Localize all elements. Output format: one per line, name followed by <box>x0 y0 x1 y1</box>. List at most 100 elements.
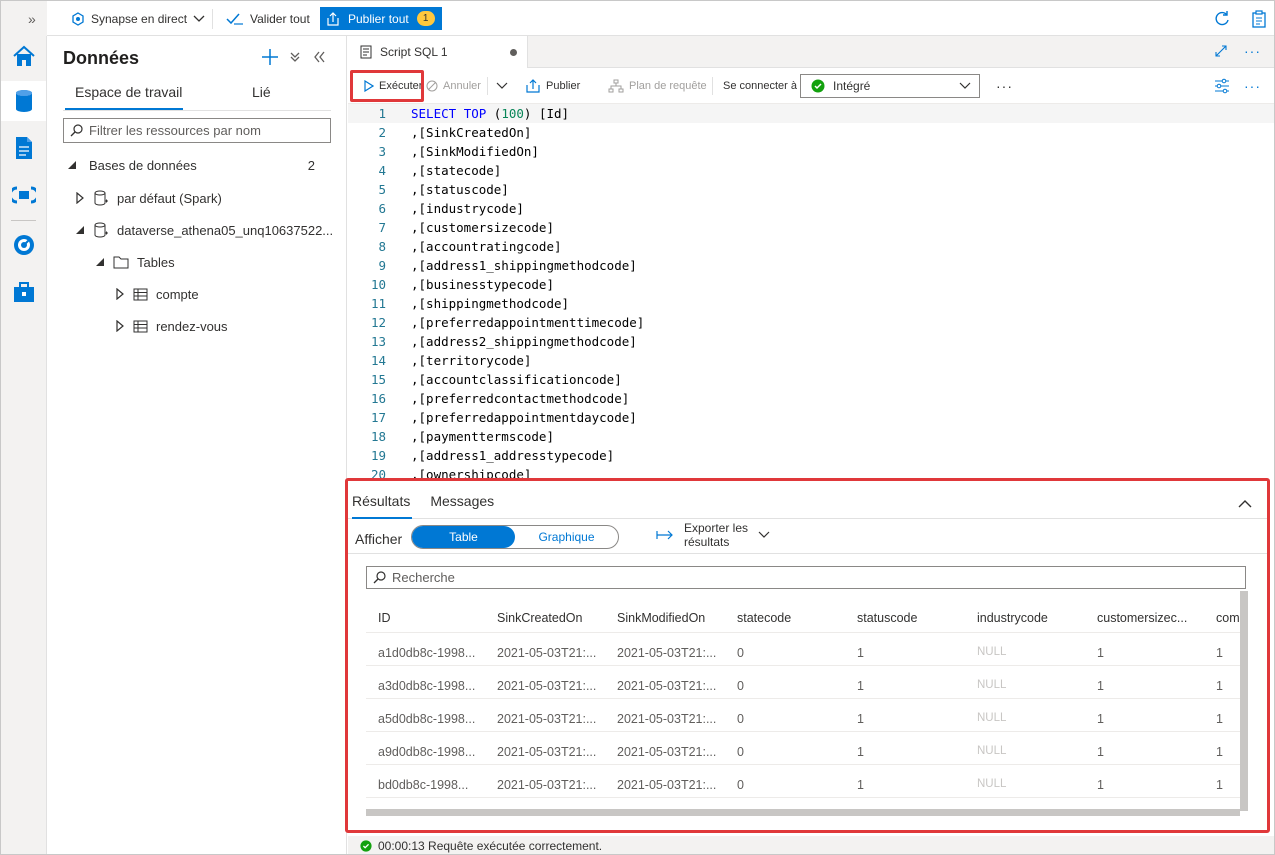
table-cell[interactable]: 2021-05-03T21:... <box>617 745 729 759</box>
query-plan-button[interactable]: Plan de requête <box>608 68 707 104</box>
column-header[interactable]: SinkCreatedOn <box>497 611 609 625</box>
table-cell[interactable]: 2021-05-03T21:... <box>617 679 729 693</box>
table-cell[interactable]: 1 <box>1216 679 1240 693</box>
publish-button[interactable]: Publier <box>525 68 580 104</box>
table-cell[interactable]: 1 <box>1097 679 1209 693</box>
table-cell[interactable]: 1 <box>1097 712 1209 726</box>
column-header[interactable]: SinkModifiedOn <box>617 611 729 625</box>
table-cell[interactable]: 2021-05-03T21:... <box>617 646 729 660</box>
table-cell[interactable]: NULL <box>977 778 1087 790</box>
tree-node-tables[interactable]: Tables <box>95 251 175 273</box>
table-cell[interactable]: 2021-05-03T21:... <box>497 646 609 660</box>
tree-node-dataverse[interactable]: dataverse_athena05_unq10637522... <box>75 219 333 241</box>
tree-node-default-spark[interactable]: par défaut (Spark) <box>75 187 222 209</box>
column-header[interactable]: statuscode <box>857 611 967 625</box>
tree-node-table-compte[interactable]: compte <box>115 283 199 305</box>
tree-node-table-rendez-vous[interactable]: rendez-vous <box>115 315 228 337</box>
live-mode-button[interactable]: Synapse en direct <box>71 1 205 36</box>
table-cell[interactable]: 1 <box>1097 745 1209 759</box>
table-cell[interactable]: NULL <box>977 646 1087 658</box>
table-cell[interactable]: a1d0db8c-1998... <box>378 646 488 660</box>
expand-rail-button[interactable]: » <box>28 1 36 36</box>
view-chart-option[interactable]: Graphique <box>515 526 618 548</box>
table-cell[interactable]: 0 <box>737 679 847 693</box>
nav-home[interactable] <box>1 36 46 76</box>
status-bar: 00:00:13 Requête exécutée correctement. <box>348 836 1274 854</box>
table-cell[interactable]: 1 <box>857 712 967 726</box>
table-cell[interactable]: bd0db8c-1998... <box>378 778 488 792</box>
table-cell[interactable]: 2021-05-03T21:... <box>497 745 609 759</box>
table-cell[interactable]: 1 <box>1216 778 1240 792</box>
column-header[interactable]: customersizec... <box>1097 611 1209 625</box>
table-cell[interactable]: a5d0db8c-1998... <box>378 712 488 726</box>
table-cell[interactable]: 1 <box>1216 646 1240 660</box>
table-cell[interactable]: 1 <box>857 679 967 693</box>
tab-results[interactable]: Résultats <box>352 493 410 509</box>
export-results-button[interactable]: Exporter les résultats <box>656 521 770 549</box>
collapse-all-button[interactable] <box>289 50 301 69</box>
table-cell[interactable]: 2021-05-03T21:... <box>497 712 609 726</box>
refresh-button[interactable] <box>1213 1 1231 36</box>
table-cell[interactable]: 0 <box>737 646 847 660</box>
table-cell[interactable]: a3d0db8c-1998... <box>378 679 488 693</box>
discard-button[interactable] <box>1251 1 1267 36</box>
publish-all-button[interactable]: Publier tout 1 <box>320 7 442 30</box>
collapse-panel-button[interactable] <box>312 50 326 69</box>
table-cell[interactable]: 1 <box>857 646 967 660</box>
column-header[interactable]: ID <box>378 611 488 625</box>
vertical-scrollbar[interactable] <box>1240 591 1248 811</box>
validate-all-button[interactable]: Valider tout <box>226 1 310 36</box>
view-table-option[interactable]: Table <box>412 526 515 548</box>
horizontal-scrollbar[interactable] <box>366 809 1240 816</box>
table-cell[interactable]: 1 <box>1216 745 1240 759</box>
sql-editor[interactable]: 1 SELECT TOP (100) [Id] 2 ,[SinkCreatedOn] 3… <box>348 104 1274 482</box>
tab-workspace[interactable]: Espace de travail <box>75 84 182 100</box>
table-cell[interactable]: 1 <box>1097 778 1209 792</box>
table-cell[interactable]: 2021-05-03T21:... <box>497 778 609 792</box>
tab-linked[interactable]: Lié <box>252 84 271 100</box>
view-toggle[interactable]: Table Graphique <box>411 525 619 549</box>
folder-icon <box>113 256 129 269</box>
column-header[interactable]: industrycode <box>977 611 1087 625</box>
table-cell[interactable]: 0 <box>737 778 847 792</box>
table-cell[interactable]: 2021-05-03T21:... <box>617 778 729 792</box>
code-line: 6 ,[industrycode] <box>348 199 1274 218</box>
add-resource-button[interactable] <box>261 48 279 71</box>
tab-more-button[interactable]: ··· <box>1244 43 1261 59</box>
toolbar-overflow-button[interactable]: ··· <box>1244 68 1261 104</box>
table-cell[interactable]: NULL <box>977 745 1087 757</box>
run-options-dropdown[interactable] <box>496 68 508 104</box>
table-cell[interactable]: 1 <box>857 745 967 759</box>
chevron-down-icon <box>959 82 971 89</box>
connection-select[interactable]: Intégré <box>800 74 980 98</box>
table-cell[interactable]: 1 <box>1097 646 1209 660</box>
cancel-button[interactable]: Annuler <box>426 68 481 104</box>
table-cell[interactable]: 0 <box>737 745 847 759</box>
table-cell[interactable]: 1 <box>1216 712 1240 726</box>
column-header[interactable]: com <box>1216 611 1240 625</box>
table-cell[interactable]: 1 <box>857 778 967 792</box>
tab-messages[interactable]: Messages <box>430 493 494 509</box>
tab-script-sql-1[interactable]: Script SQL 1 <box>348 36 528 68</box>
results-search-input[interactable]: Recherche <box>366 566 1246 589</box>
nav-develop[interactable] <box>1 128 46 168</box>
column-header[interactable]: statecode <box>737 611 847 625</box>
table-cell[interactable]: NULL <box>977 679 1087 691</box>
tree-node-databases[interactable]: Bases de données 2 <box>67 154 327 176</box>
nav-integrate[interactable] <box>1 175 46 215</box>
maximize-button[interactable] <box>1215 44 1227 62</box>
table-cell[interactable]: a9d0db8c-1998... <box>378 745 488 759</box>
table-cell[interactable]: 2021-05-03T21:... <box>497 679 609 693</box>
table-cell[interactable]: 0 <box>737 712 847 726</box>
code-line: 13 ,[address2_shippingmethodcode] <box>348 332 1274 351</box>
nav-manage[interactable] <box>1 272 46 312</box>
collapse-results-button[interactable] <box>1238 495 1252 513</box>
nav-data[interactable] <box>1 81 46 121</box>
resource-filter-input[interactable]: Filtrer les ressources par nom <box>63 118 331 143</box>
toolbar-more-button[interactable]: ··· <box>996 68 1013 104</box>
properties-button[interactable] <box>1214 68 1230 104</box>
table-cell[interactable]: NULL <box>977 712 1087 724</box>
db-default-label: par défaut (Spark) <box>117 190 222 206</box>
table-cell[interactable]: 2021-05-03T21:... <box>617 712 729 726</box>
nav-monitor[interactable] <box>1 225 46 265</box>
